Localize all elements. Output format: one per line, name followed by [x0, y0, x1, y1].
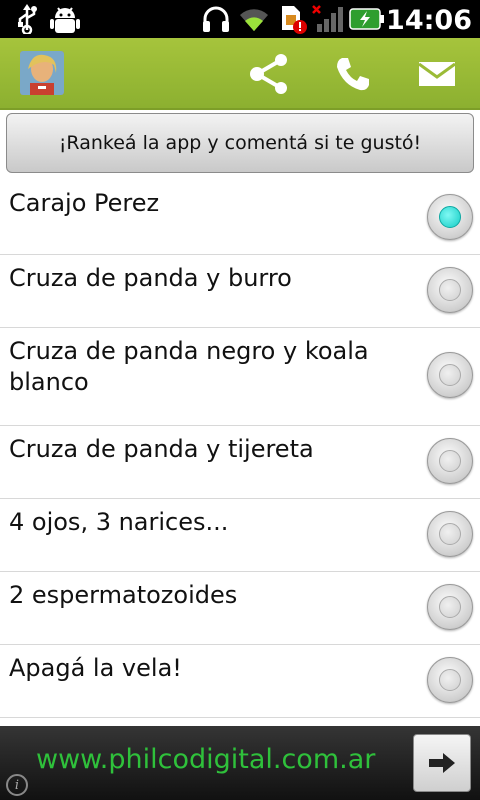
option-label: Cruza de panda negro y koala blanco [9, 337, 369, 396]
radio-button[interactable] [427, 267, 473, 313]
signal-icon [310, 3, 346, 35]
list-item[interactable]: 2 espermatozoides [0, 572, 480, 645]
action-bar [0, 38, 480, 110]
wifi-icon [236, 3, 272, 35]
headphones-icon [200, 3, 232, 35]
option-label: Cruza de panda y burro [9, 264, 292, 292]
list-item[interactable]: Cruza de panda y tijereta [0, 426, 480, 499]
radio-button[interactable] [427, 194, 473, 240]
radio-button[interactable] [427, 511, 473, 557]
option-label: 4 ojos, 3 narices... [9, 508, 229, 536]
options-list: Carajo Perez Cruza de panda y burro Cruz… [0, 180, 480, 718]
radio-button[interactable] [427, 438, 473, 484]
arrow-right-icon [429, 753, 455, 773]
list-item[interactable]: Cruza de panda negro y koala blanco [0, 328, 480, 426]
usb-icon [14, 3, 40, 35]
option-label: Cruza de panda y tijereta [9, 435, 314, 463]
ad-go-button[interactable] [413, 734, 471, 792]
sim-alert-icon [278, 3, 310, 35]
list-item[interactable]: Apagá la vela! [0, 645, 480, 718]
radio-indicator [439, 450, 461, 472]
radio-indicator [439, 523, 461, 545]
ad-url[interactable]: www.philcodigital.com.ar [36, 744, 375, 775]
list-item[interactable]: Carajo Perez [0, 180, 480, 255]
email-icon[interactable] [414, 52, 460, 96]
ad-info-icon[interactable]: i [6, 774, 28, 796]
phone-icon[interactable] [330, 52, 376, 96]
radio-button[interactable] [427, 657, 473, 703]
ad-banner[interactable]: www.philcodigital.com.ar [0, 726, 480, 800]
radio-indicator [439, 279, 461, 301]
option-label: Carajo Perez [9, 189, 160, 217]
share-icon[interactable] [246, 52, 292, 96]
list-item[interactable]: Cruza de panda y burro [0, 255, 480, 328]
debug-icon [48, 3, 82, 35]
battery-charging-icon [348, 3, 386, 35]
radio-indicator [439, 364, 461, 386]
radio-selected-indicator [439, 206, 461, 228]
option-label: Apagá la vela! [9, 654, 182, 682]
status-bar: 14:06 [0, 0, 480, 38]
list-item[interactable]: 4 ojos, 3 narices... [0, 499, 480, 572]
radio-button[interactable] [427, 584, 473, 630]
clock-time: 14:06 [386, 5, 472, 36]
radio-indicator [439, 669, 461, 691]
profile-avatar[interactable] [20, 51, 64, 95]
rate-app-button[interactable]: ¡Rankeá la app y comentá si te gustó! [6, 113, 474, 173]
radio-button[interactable] [427, 352, 473, 398]
radio-indicator [439, 596, 461, 618]
option-label: 2 espermatozoides [9, 581, 238, 609]
